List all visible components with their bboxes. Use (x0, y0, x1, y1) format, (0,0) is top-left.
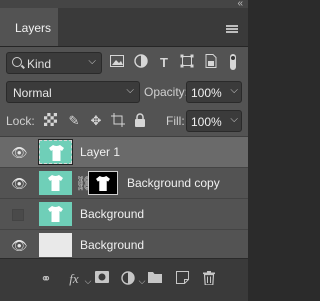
layers-panel: Kind ⌵ T Normal ⌵ Opacity: 100% ⌵ Lock: … (0, 47, 248, 301)
lock-image-icon[interactable]: ✎ (66, 113, 82, 129)
layer-row[interactable]: 👁 Layer 1 (0, 137, 248, 168)
layer-name: Layer 1 (80, 145, 121, 159)
layer-name: Background copy (127, 176, 220, 190)
chevron-down-icon: ⌵ (230, 85, 238, 96)
blend-mode-select[interactable]: Normal ⌵ (6, 81, 140, 103)
layers-bottom-toolbar: ⚭ fx ⌵ ⌵ (0, 258, 248, 301)
opacity-value: 100% (191, 86, 222, 100)
type-filter-icon[interactable]: T (155, 54, 173, 72)
new-group-icon[interactable] (147, 271, 163, 287)
tab-layers-label: Layers (15, 21, 52, 35)
lock-row: Lock: ✎ ✥ Fill: 100% ⌵ (6, 110, 242, 132)
layer-name: Background (80, 207, 145, 221)
image-filter-icon[interactable] (108, 54, 126, 72)
lock-artboard-icon[interactable] (110, 113, 126, 129)
fill-value: 100% (191, 115, 222, 129)
tshirt-icon (48, 175, 63, 191)
layer-row[interactable]: Background (0, 199, 248, 230)
smart-object-filter-icon[interactable] (202, 54, 220, 72)
layer-thumbnail (38, 139, 73, 165)
tshirt-icon (49, 145, 64, 161)
opacity-label: Opacity: (144, 85, 189, 99)
fill-input[interactable]: 100% ⌵ (186, 110, 242, 132)
opacity-input[interactable]: 100% ⌵ (186, 81, 242, 103)
lock-label: Lock: (6, 114, 35, 128)
filter-kind-label: Kind (27, 57, 52, 71)
hamburger-icon[interactable] (226, 25, 238, 33)
window-top-strip: « (0, 0, 248, 9)
add-mask-icon[interactable] (94, 271, 110, 287)
visibility-toggle[interactable] (12, 209, 24, 221)
eye-icon[interactable]: 👁 (11, 239, 28, 253)
tshirt-icon (48, 206, 63, 222)
chevron-down-icon: ⌵ (126, 85, 134, 96)
search-icon (12, 57, 22, 67)
filter-kind-select[interactable]: Kind ⌵ (6, 52, 102, 74)
fill-label: Fill: (166, 114, 185, 128)
blend-mode-label: Normal (13, 86, 52, 100)
eye-icon[interactable]: 👁 (11, 177, 28, 191)
chevron-down-icon: ⌵ (88, 56, 96, 67)
layer-thumbnail (39, 171, 72, 195)
layer-row[interactable]: 👁 ⛓ Background copy (0, 168, 248, 199)
tab-layers[interactable]: Layers (0, 8, 58, 46)
layer-name: Background (80, 238, 145, 252)
layer-row[interactable]: 👁 Background (0, 230, 248, 261)
filter-toggle-icon[interactable] (226, 54, 240, 72)
eye-icon[interactable]: 👁 (11, 146, 28, 160)
adjustment-filter-icon[interactable] (132, 54, 150, 72)
lock-transparent-icon[interactable] (42, 113, 58, 129)
layer-mask-thumbnail[interactable] (88, 171, 118, 195)
delete-layer-icon[interactable] (201, 271, 217, 287)
new-layer-icon[interactable] (174, 271, 190, 287)
blend-row: Normal ⌵ Opacity: 100% ⌵ (6, 81, 242, 103)
layer-thumbnail (39, 202, 72, 226)
layer-thumbnail (39, 233, 72, 257)
panel-tab-bar: Layers (0, 8, 248, 47)
lock-position-icon[interactable]: ✥ (88, 113, 104, 129)
link-layers-icon[interactable]: ⚭ (38, 271, 54, 287)
chevron-down-icon: ⌵ (230, 114, 238, 125)
lock-all-icon[interactable] (132, 113, 148, 129)
tshirt-icon (96, 176, 110, 191)
shape-filter-icon[interactable] (178, 54, 196, 72)
filter-row: Kind ⌵ T (6, 52, 242, 74)
